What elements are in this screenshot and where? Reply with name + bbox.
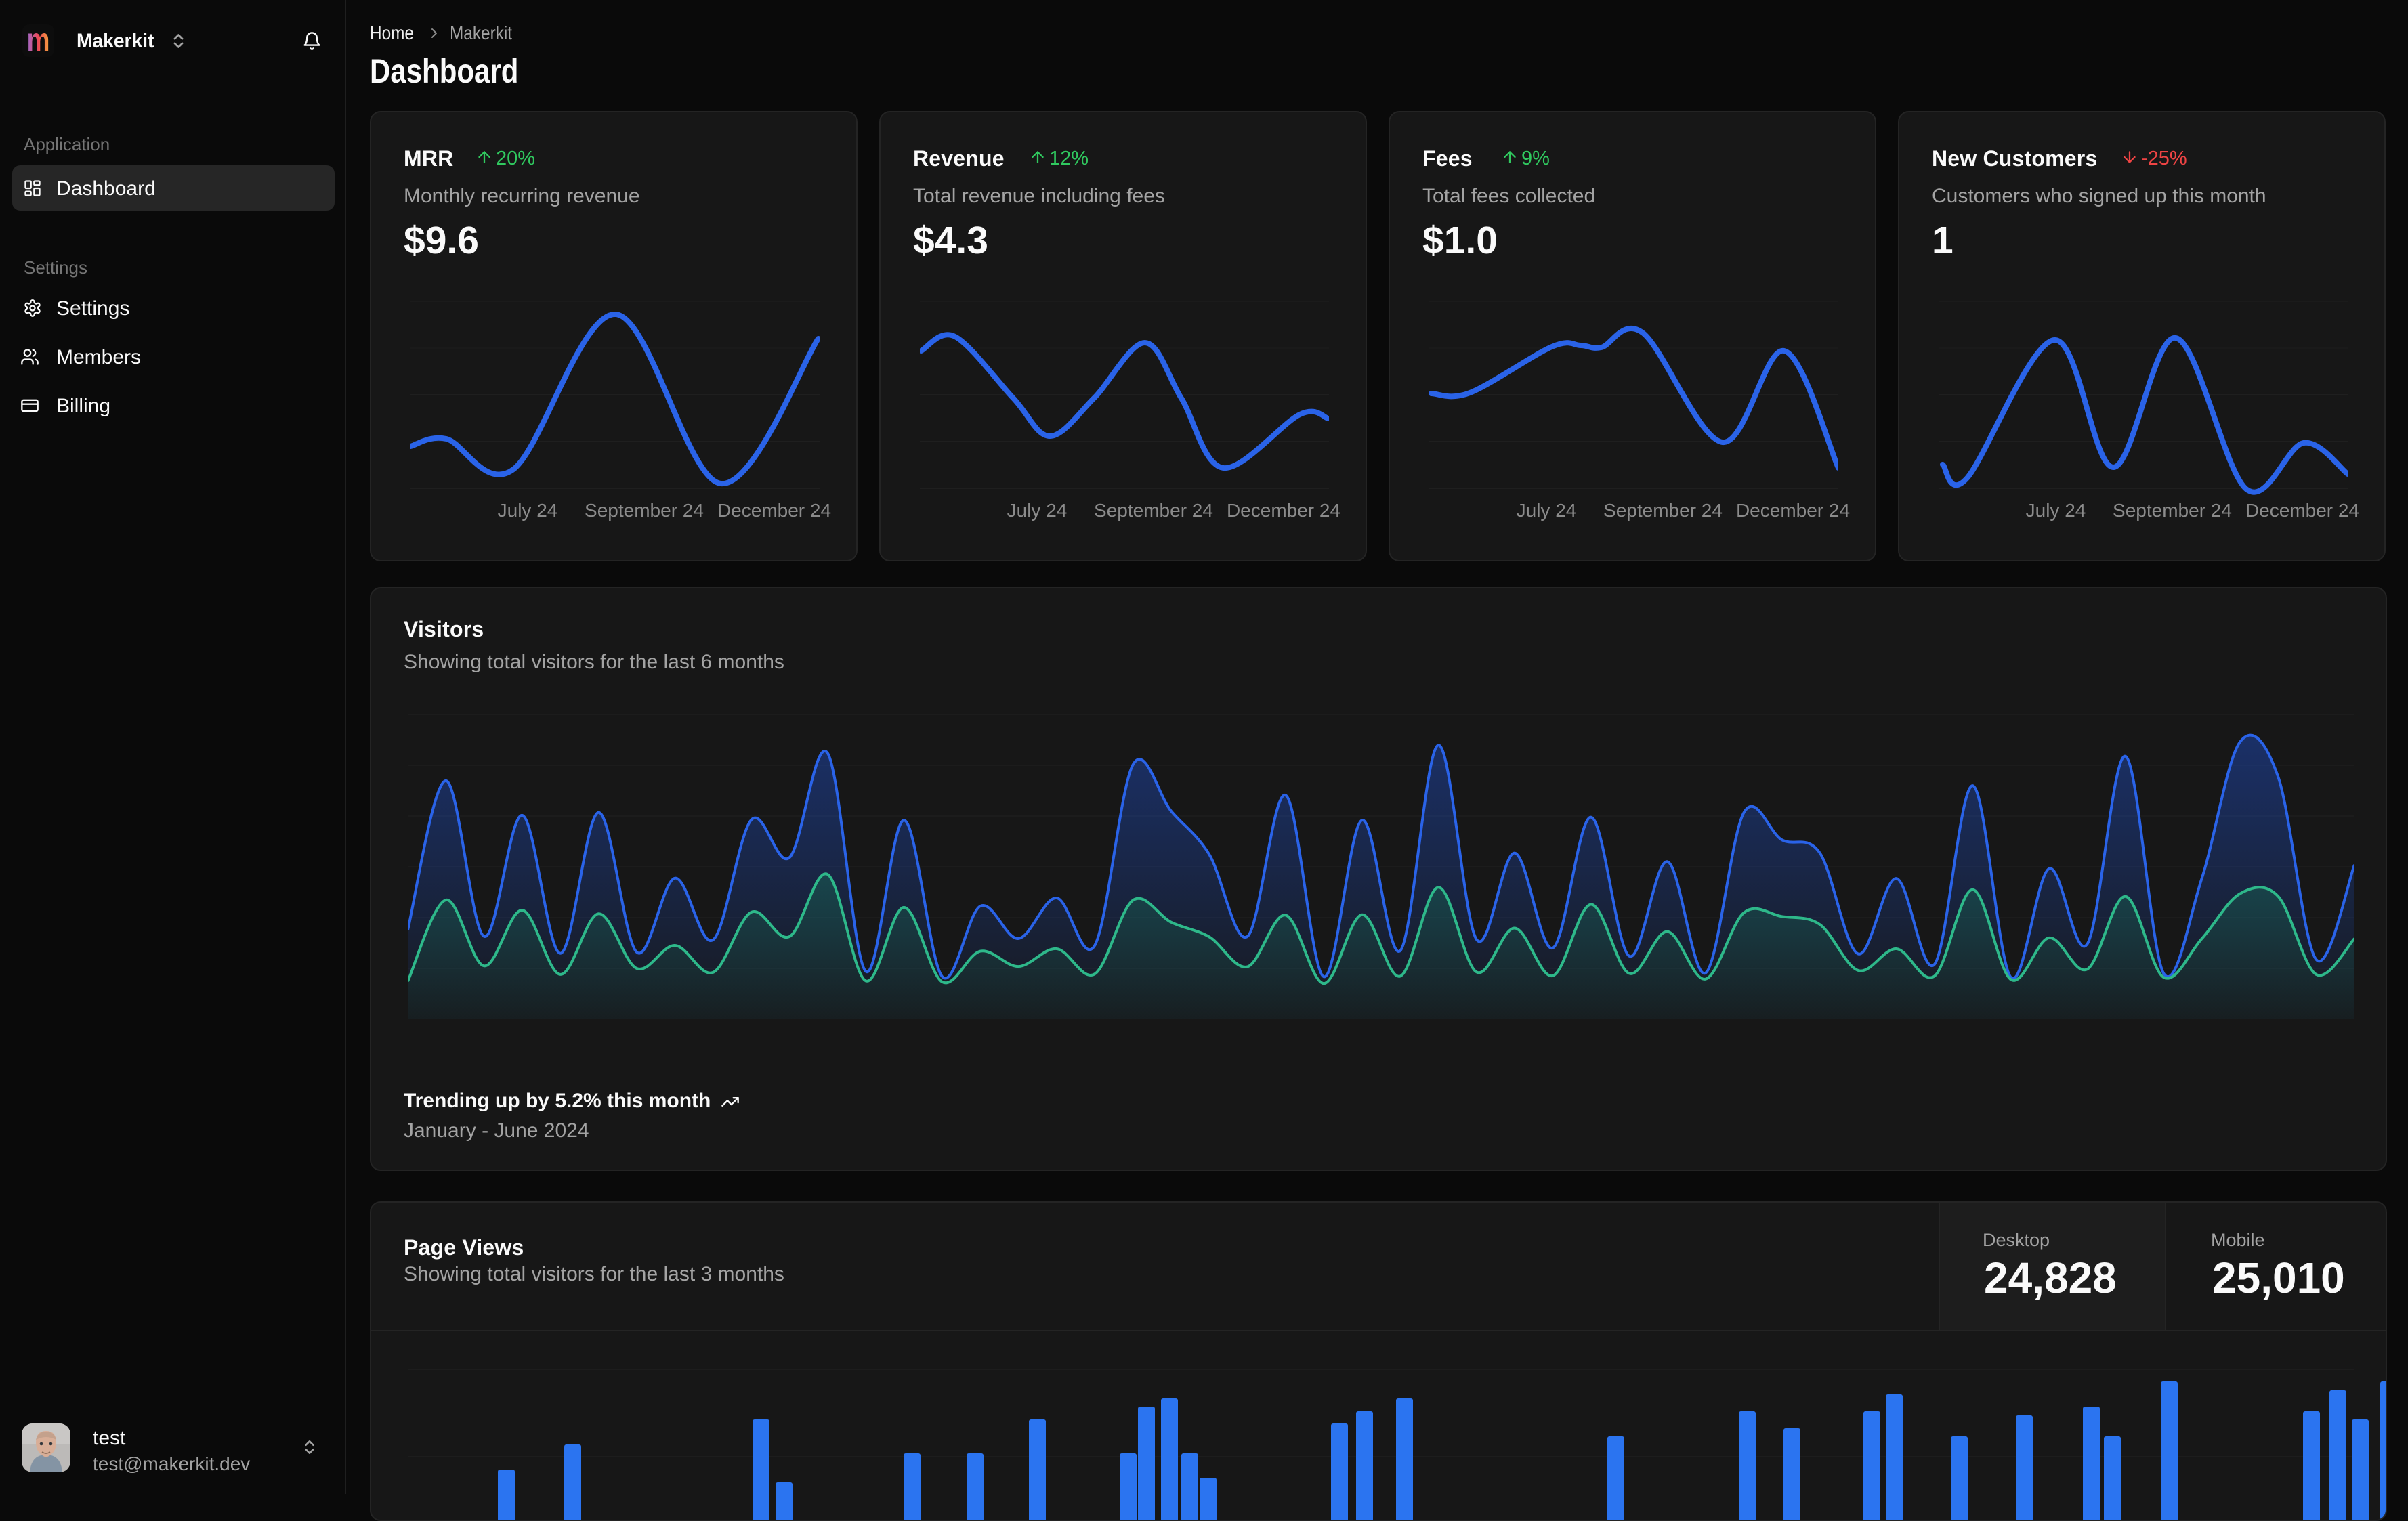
svg-text:m: m — [27, 24, 50, 57]
